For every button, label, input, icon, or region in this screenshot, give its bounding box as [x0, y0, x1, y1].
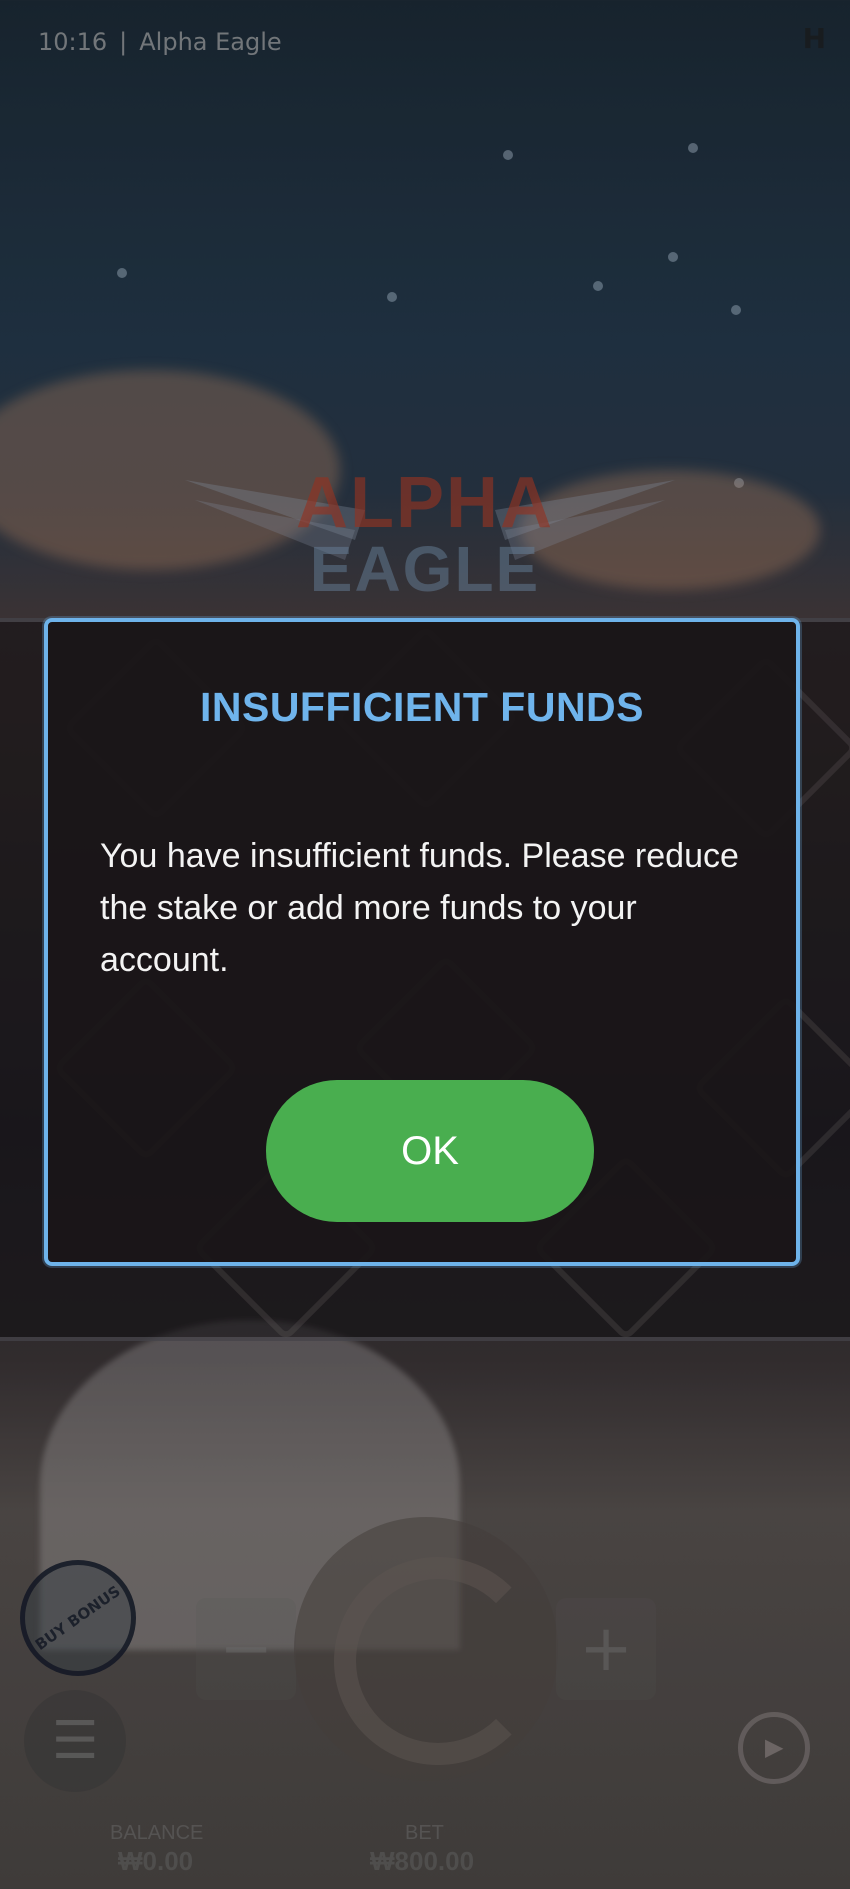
dialog-message: You have insufficient funds. Please redu… [100, 837, 739, 979]
insufficient-funds-dialog: INSUFFICIENT FUNDS You have insufficient… [44, 618, 800, 1266]
ok-button[interactable]: OK [266, 1080, 594, 1222]
dialog-title: INSUFFICIENT FUNDS [199, 684, 645, 730]
